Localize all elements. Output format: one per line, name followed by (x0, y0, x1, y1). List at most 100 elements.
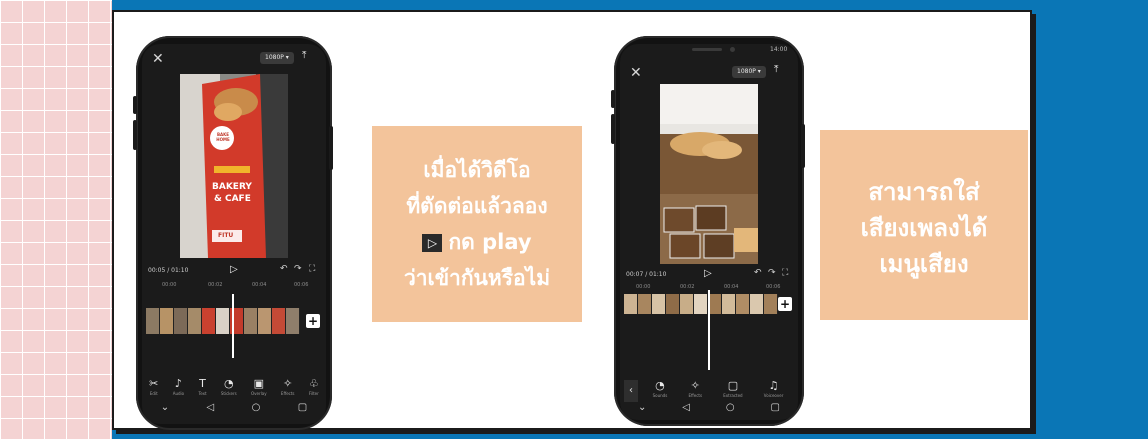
playback-controls: 00:05 / 01:10 ▷ ↶ ↷ ⛶ (142, 264, 326, 278)
tool-label: Edit (149, 391, 158, 396)
fullscreen-icon[interactable]: ⛶ (309, 264, 315, 274)
tool-voiceover[interactable]: ♫ Voiceover (763, 380, 784, 399)
play-icon[interactable]: ▷ (230, 264, 238, 275)
clip-thumbnail (160, 308, 174, 334)
clip-thumbnail (146, 308, 160, 334)
resolution-button[interactable]: 1080P ▾ (260, 52, 294, 64)
home-icon[interactable]: ○ (726, 402, 735, 418)
clip-thumbnail (188, 308, 202, 334)
clip-strip[interactable] (146, 308, 300, 334)
banner-footer: FITU (218, 232, 234, 239)
home-icon[interactable]: ○ (252, 402, 261, 418)
close-icon[interactable]: ✕ (630, 66, 642, 80)
clip-thumbnail (736, 294, 750, 314)
timecode: 00:07 / 01:10 (626, 271, 667, 278)
back-chevron-button[interactable]: ‹ (624, 380, 638, 402)
chevron-down-icon[interactable]: ⌄ (638, 402, 646, 418)
instruction-note-audio: สามารถใส่ เสียงเพลงได้ เมนูเสียง (820, 130, 1028, 320)
redo-icon[interactable]: ↷ (294, 264, 302, 274)
clip-thumbnail (216, 308, 230, 334)
tool-label: Effects (688, 393, 703, 398)
overlay-icon: ▣ (253, 377, 264, 390)
note-line: เมื่อได้วิดีโอ (423, 158, 531, 182)
add-clip-button[interactable]: + (778, 297, 792, 311)
timeline-ruler: 00:00 00:02 00:04 00:06 (142, 282, 326, 292)
clip-thumbnail (174, 308, 188, 334)
tool-overlay[interactable]: ▣ Overlay (251, 377, 267, 397)
tool-sounds[interactable]: ◔ Sounds (652, 380, 668, 399)
clip-thumbnail (202, 308, 216, 334)
play-icon[interactable]: ▷ (704, 268, 712, 279)
back-icon[interactable]: ◁ (207, 402, 215, 418)
tool-label: Extracted (723, 393, 743, 398)
clip-strip[interactable] (624, 294, 778, 314)
clip-thumbnail (652, 294, 666, 314)
export-icon[interactable]: ⤒ (302, 50, 306, 61)
android-nav-bar: ⌄ ◁ ○ ▢ (142, 402, 326, 418)
clip-thumbnail (694, 294, 708, 314)
right-phone-screen: 14:00 ✕ 1080P ▾ ⤒ 00:07 / 01:10 ▷ ↶ ↷ ⛶ … (620, 44, 798, 420)
chevron-down-icon[interactable]: ⌄ (161, 402, 169, 418)
clip-thumbnail (666, 294, 680, 314)
playback-controls: 00:07 / 01:10 ▷ ↶ ↷ ⛶ (620, 268, 798, 282)
filter-icon: ♧ (308, 377, 319, 390)
ruler-tick: 00:00 (162, 282, 177, 288)
text-icon: T (199, 377, 206, 390)
recents-icon[interactable]: ▢ (298, 402, 307, 418)
export-icon[interactable]: ⤒ (774, 64, 778, 75)
tool-label: Stickers (220, 391, 237, 396)
video-preview: BAKE HOME BAKERY & CAFE FITU (180, 74, 288, 258)
android-nav-bar: ⌄ ◁ ○ ▢ (620, 402, 798, 418)
extracted-icon: ▢ (727, 379, 739, 392)
redo-icon[interactable]: ↷ (768, 268, 776, 278)
ruler-tick: 00:04 (252, 282, 267, 288)
camera-dot (730, 47, 735, 52)
tool-filter[interactable]: ♧ Filter (308, 377, 319, 397)
clip-thumbnail (680, 294, 694, 314)
banner-line-2: & CAFE (214, 194, 251, 204)
sticker-icon: ◔ (223, 377, 234, 390)
clip-thumbnail (750, 294, 764, 314)
tool-effects[interactable]: ✧ Effects (688, 379, 703, 399)
play-icon: ▷ (422, 234, 443, 252)
playhead[interactable] (708, 290, 710, 370)
effects-icon: ✧ (690, 379, 700, 392)
ruler-tick: 00:06 (766, 284, 781, 290)
tool-text[interactable]: T Text (198, 377, 206, 397)
close-icon[interactable]: ✕ (152, 52, 164, 66)
tool-label: Sounds (652, 393, 668, 398)
tool-label: Voiceover (763, 393, 784, 398)
resolution-button[interactable]: 1080P ▾ (732, 66, 766, 78)
back-icon[interactable]: ◁ (682, 402, 690, 418)
tool-extracted[interactable]: ▢ Extracted (723, 379, 743, 399)
tool-edit[interactable]: ✂ Edit (149, 378, 158, 397)
right-phone: 14:00 ✕ 1080P ▾ ⤒ 00:07 / 01:10 ▷ ↶ ↷ ⛶ … (611, 36, 805, 426)
left-phone-volume-button (133, 120, 137, 150)
tool-effects[interactable]: ✧ Effects (281, 378, 295, 397)
video-frame-banner (180, 74, 288, 258)
note-line-play: ▷ กด play (372, 224, 582, 260)
right-phone-volume-button (611, 90, 615, 108)
banner-line-1: BAKERY (212, 182, 252, 192)
banner-brand: BAKE HOME (216, 132, 230, 142)
tool-label: Audio (172, 391, 185, 396)
clip-thumbnail (258, 308, 272, 334)
status-time: 14:00 (770, 46, 788, 53)
undo-icon[interactable]: ↶ (280, 264, 288, 274)
status-bar: 14:00 (620, 44, 798, 58)
playhead[interactable] (232, 294, 234, 358)
left-phone-power-button (329, 126, 333, 170)
fullscreen-icon[interactable]: ⛶ (782, 268, 788, 278)
note-line: เสียงเพลงได้ (860, 214, 988, 242)
clip-thumbnail (764, 294, 778, 314)
note-play-text: กด play (448, 230, 532, 254)
undo-icon[interactable]: ↶ (754, 268, 762, 278)
clip-thumbnail (272, 308, 286, 334)
recents-icon[interactable]: ▢ (771, 402, 780, 418)
tool-audio[interactable]: ♪ Audio (172, 378, 185, 397)
note-line: ว่าเข้ากันหรือไม่ (403, 266, 551, 290)
ruler-tick: 00:02 (208, 282, 223, 288)
add-clip-button[interactable]: + (306, 314, 320, 328)
speaker-notch (692, 48, 722, 51)
tool-stickers[interactable]: ◔ Stickers (220, 377, 237, 397)
